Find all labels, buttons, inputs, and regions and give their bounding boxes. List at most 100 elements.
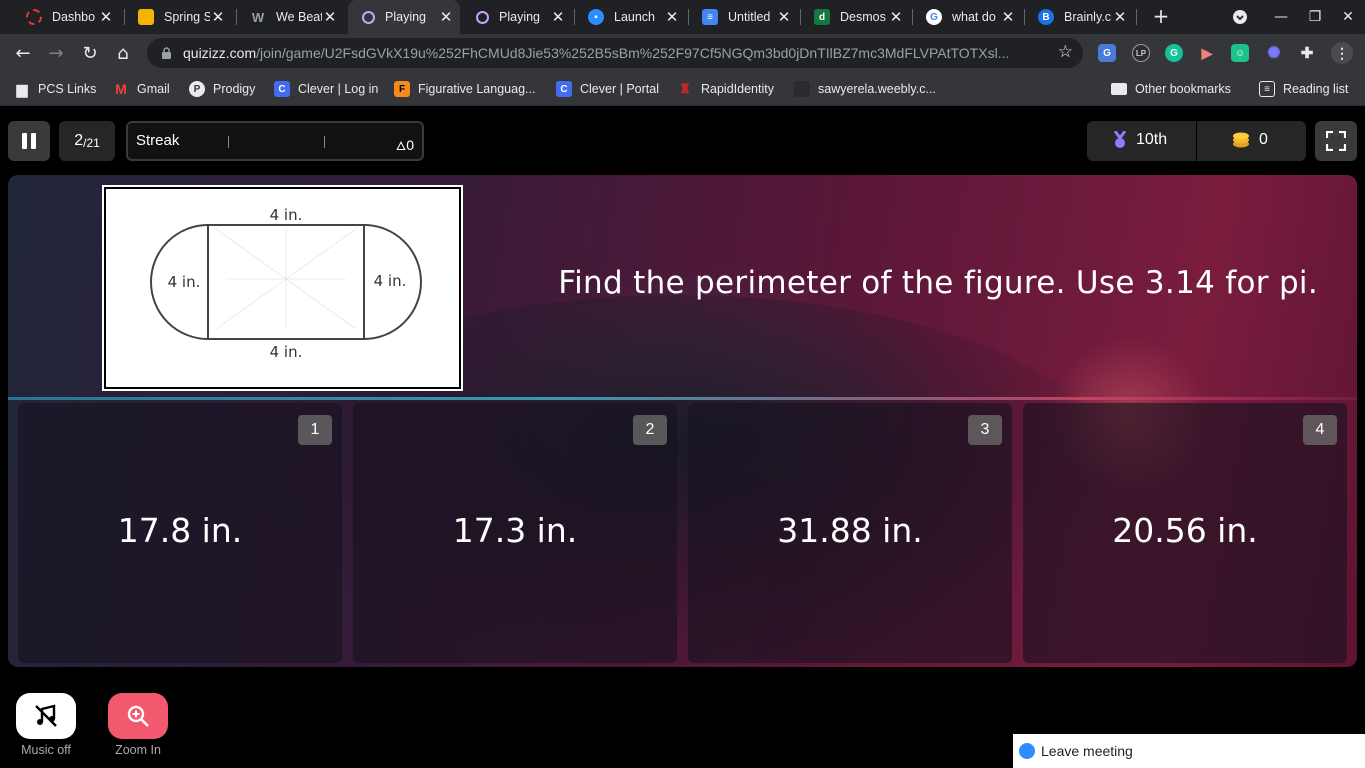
rank-value: 10th bbox=[1136, 131, 1168, 148]
music-label: Music off bbox=[21, 743, 71, 757]
bookmark-rapididentity[interactable]: ♜ RapidIdentity bbox=[677, 80, 774, 98]
stadium-shape-diagram: 4 in. 4 in. 4 in. 4 in. bbox=[150, 206, 422, 361]
tab-label: Untitled bbox=[728, 10, 771, 24]
puzzle-extensions-icon[interactable]: ✚ bbox=[1298, 44, 1316, 62]
tab-desmos[interactable]: d Desmos ✕ bbox=[800, 0, 910, 34]
close-icon[interactable]: ✕ bbox=[438, 8, 454, 26]
figure-label-top: 4 in. bbox=[270, 206, 303, 224]
brainly-icon: B bbox=[1038, 9, 1054, 25]
tab-spring[interactable]: Spring S ✕ bbox=[124, 0, 232, 34]
zoom-camera-icon bbox=[1019, 743, 1035, 759]
url-text[interactable]: quizizz.com/join/game/U2FsdGVkX19u%252Fh… bbox=[183, 45, 1033, 61]
other-bookmarks[interactable]: Other bookmarks bbox=[1111, 80, 1231, 98]
tab-label: Brainly.c bbox=[1064, 10, 1112, 24]
lock-icon[interactable] bbox=[161, 47, 172, 59]
bookmark-label: PCS Links bbox=[38, 82, 97, 96]
option-text: 17.8 in. bbox=[117, 511, 243, 550]
close-icon[interactable]: ✕ bbox=[776, 8, 792, 26]
option-number: 2 bbox=[633, 415, 667, 445]
music-off-icon bbox=[35, 704, 57, 727]
tab-untitled[interactable]: ≡ Untitled ✕ bbox=[688, 0, 798, 34]
lp-extension-icon[interactable]: LP bbox=[1132, 44, 1150, 62]
window-close-icon[interactable]: ✕ bbox=[1331, 0, 1365, 34]
answer-option-3[interactable]: 3 31.88 in. bbox=[688, 403, 1012, 663]
tab-dashboard[interactable]: Dashbo ✕ bbox=[12, 0, 120, 34]
close-icon[interactable]: ✕ bbox=[888, 8, 904, 26]
tab-brainly[interactable]: B Brainly.c ✕ bbox=[1024, 0, 1134, 34]
bookmark-figurative[interactable]: F Figurative Languag... bbox=[394, 80, 535, 98]
bookmark-prodigy[interactable]: P Prodigy bbox=[189, 80, 255, 98]
bookmark-clever-portal[interactable]: C Clever | Portal bbox=[556, 80, 659, 98]
folder-icon: ▆ bbox=[16, 80, 28, 97]
close-icon[interactable]: ✕ bbox=[210, 8, 226, 26]
answer-option-2[interactable]: 2 17.3 in. bbox=[353, 403, 677, 663]
close-icon[interactable]: ✕ bbox=[550, 8, 566, 26]
option-text: 17.3 in. bbox=[452, 511, 578, 550]
answer-option-4[interactable]: 4 20.56 in. bbox=[1023, 403, 1347, 663]
coins-value: 0 bbox=[1259, 131, 1268, 148]
bookmark-label: Clever | Portal bbox=[580, 82, 659, 96]
close-icon[interactable]: ✕ bbox=[322, 8, 338, 26]
google-icon: G bbox=[926, 9, 942, 25]
bookmark-label: Clever | Log in bbox=[298, 82, 379, 96]
close-icon[interactable]: ✕ bbox=[664, 8, 680, 26]
slides-icon bbox=[138, 9, 154, 25]
answer-option-1[interactable]: 1 17.8 in. bbox=[18, 403, 342, 663]
menu-kebab-icon[interactable]: ⋮ bbox=[1331, 42, 1353, 64]
leave-meeting-button[interactable]: Leave meeting bbox=[1013, 734, 1365, 768]
bookmark-pcs-links[interactable]: ▆ PCS Links bbox=[14, 80, 97, 98]
minimize-icon[interactable]: — bbox=[1264, 0, 1298, 34]
tab-search-icon[interactable] bbox=[1223, 0, 1257, 34]
streak-count-value: 0 bbox=[406, 137, 414, 153]
tab-launch[interactable]: ▪ Launch ✕ bbox=[574, 0, 686, 34]
bookmark-label: Figurative Languag... bbox=[418, 82, 536, 96]
bookmark-clever-login[interactable]: C Clever | Log in bbox=[274, 80, 378, 98]
reading-list-label: Reading list bbox=[1283, 82, 1349, 96]
grammarly-icon[interactable]: G bbox=[1165, 44, 1183, 62]
tab-playing[interactable]: Playing ✕ bbox=[462, 0, 572, 34]
tab-label: what do bbox=[952, 10, 996, 24]
reload-icon[interactable]: ↻ bbox=[75, 38, 105, 68]
game-top-bar: 2/21 Streak 🜂0 10th 0 bbox=[0, 107, 1365, 175]
music-toggle-button[interactable] bbox=[16, 693, 76, 739]
bookmark-label: Gmail bbox=[137, 82, 170, 96]
bookmark-weebly[interactable]: sawyerela.weebly.c... bbox=[794, 80, 936, 98]
new-tab-button[interactable]: + bbox=[1150, 5, 1172, 27]
pause-button[interactable] bbox=[8, 121, 50, 161]
gear-extension-icon[interactable]: ✺ bbox=[1265, 44, 1283, 62]
tab-label: Desmos bbox=[840, 10, 886, 24]
close-icon[interactable]: ✕ bbox=[98, 8, 114, 26]
translate-extension-icon[interactable]: G bbox=[1098, 44, 1116, 62]
forward-arrow-icon[interactable]: → bbox=[41, 38, 71, 68]
bookmark-star-icon[interactable]: ☆ bbox=[1058, 42, 1073, 62]
tab-playing-active[interactable]: Playing ✕ bbox=[348, 0, 460, 34]
home-icon[interactable]: ⌂ bbox=[108, 38, 138, 68]
bookmark-label: RapidIdentity bbox=[701, 82, 774, 96]
fullscreen-icon bbox=[1326, 131, 1346, 151]
restore-icon[interactable]: ❐ bbox=[1298, 0, 1332, 34]
tab-what-do[interactable]: G what do ✕ bbox=[912, 0, 1022, 34]
quizizz-icon bbox=[476, 10, 489, 24]
zoom-in-icon bbox=[127, 705, 149, 727]
zoom-in-button[interactable] bbox=[108, 693, 168, 739]
reading-list[interactable]: ≡ Reading list bbox=[1259, 80, 1348, 98]
coins-display: 0 bbox=[1232, 131, 1268, 149]
question-current: 2 bbox=[74, 132, 84, 149]
zoom-icon: ▪ bbox=[588, 9, 604, 25]
fullscreen-button[interactable] bbox=[1315, 121, 1357, 161]
green-extension-icon[interactable]: ☺ bbox=[1231, 44, 1249, 62]
browser-tab-strip: Dashbo ✕ Spring S ✕ W We Beat ✕ Playing … bbox=[0, 0, 1365, 34]
question-text: Find the perimeter of the figure. Use 3.… bbox=[558, 265, 1318, 301]
address-bar[interactable]: quizizz.com/join/game/U2FsdGVkX19u%252Fh… bbox=[147, 38, 1083, 68]
flame-icon: 🜂 bbox=[395, 139, 407, 153]
url-path: /join/game/U2FsdGVkX19u%252FhCMUd8Jie53%… bbox=[256, 45, 1010, 61]
clever-icon: C bbox=[274, 81, 290, 97]
option-number: 4 bbox=[1303, 415, 1337, 445]
tab-label: We Beat bbox=[276, 10, 322, 24]
close-icon[interactable]: ✕ bbox=[1000, 8, 1016, 26]
bookmark-gmail[interactable]: M Gmail bbox=[113, 80, 170, 98]
close-icon[interactable]: ✕ bbox=[1112, 8, 1128, 26]
back-arrow-icon[interactable]: ← bbox=[8, 38, 38, 68]
tab-we-beat[interactable]: W We Beat ✕ bbox=[236, 0, 344, 34]
screencast-extension-icon[interactable]: ▶ bbox=[1198, 44, 1216, 62]
